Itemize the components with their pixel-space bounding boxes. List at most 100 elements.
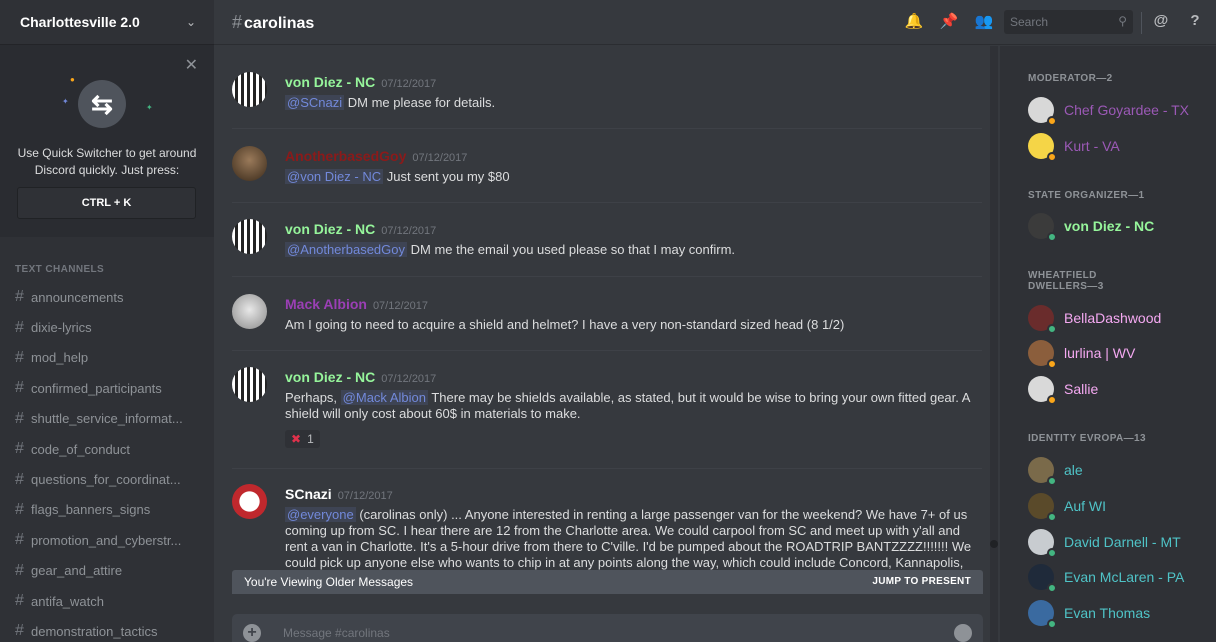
mention[interactable]: @AnotherbasedGoy — [285, 242, 407, 257]
avatar — [1028, 340, 1057, 369]
username[interactable]: AnotherbasedGoy — [285, 148, 406, 164]
avatar — [1028, 97, 1057, 126]
channel-questions[interactable]: # questions_for_coordinat... — [0, 464, 214, 494]
channel-gear[interactable]: # gear_and_attire — [0, 556, 214, 586]
status-dot — [1047, 359, 1057, 369]
message-text: Am I going to need to acquire a shield a… — [285, 317, 845, 332]
category-label[interactable]: TEXT CHANNELS — [0, 258, 214, 282]
scrollbar[interactable] — [990, 46, 998, 642]
avatar[interactable] — [232, 72, 267, 107]
channel-announcements[interactable]: # announcements — [0, 282, 214, 312]
status-dot — [1047, 324, 1057, 334]
upload-plus-icon[interactable]: + — [243, 624, 261, 642]
username[interactable]: SCnazi — [285, 486, 332, 502]
member-item[interactable]: Sallie — [1028, 374, 1213, 405]
avatar[interactable] — [232, 146, 267, 181]
avatar[interactable] — [232, 219, 267, 254]
username[interactable]: von Diez - NC — [285, 369, 375, 385]
message-divider — [232, 128, 982, 129]
channel-dixie-lyrics[interactable]: # dixie-lyrics — [0, 312, 214, 342]
reaction-emoji-icon: ✖ — [291, 432, 302, 446]
chevron-down-icon[interactable]: ⌄ — [186, 15, 196, 29]
pin-icon[interactable]: 📌 — [939, 12, 959, 32]
shortcut-key: CTRL + K — [17, 187, 196, 219]
member-item[interactable]: David Darnell - MT — [1028, 527, 1213, 558]
hash-icon: # — [15, 318, 24, 336]
channel-list: TEXT CHANNELS # announcements # dixie-lyri… — [0, 258, 214, 642]
member-item[interactable]: Evan Thomas — [1028, 598, 1213, 629]
member-item[interactable]: Chef Goyardee - TX — [1028, 95, 1213, 126]
status-dot — [1047, 476, 1057, 486]
message-text: @SCnazi DM me please for details. — [285, 95, 496, 110]
message-text: @von Diez - NC Just sent you my $80 — [285, 169, 510, 184]
avatar — [1028, 564, 1057, 593]
channel-header: # carolinas 🔔 📌 👥 Search ⚲ @ ? — [214, 0, 1216, 45]
server-header[interactable]: Charlottesville 2.0 ⌄ — [0, 0, 214, 45]
channel-mod-help[interactable]: # mod_help — [0, 343, 214, 373]
channel-demonstration-tactics[interactable]: # demonstration_tactics — [0, 616, 214, 642]
avatar — [1028, 600, 1057, 629]
message-composer[interactable]: + Message #carolinas — [232, 614, 983, 642]
mention[interactable]: @SCnazi — [285, 95, 345, 110]
message-divider — [232, 350, 982, 351]
timestamp: 07/12/2017 — [381, 373, 437, 385]
hash-icon: # — [15, 409, 24, 427]
bell-icon[interactable]: 🔔 — [904, 12, 924, 32]
role-label: MODERATOR—2 — [1028, 73, 1113, 84]
mention[interactable]: @von Diez - NC — [285, 169, 384, 184]
channel-confirmed-participants[interactable]: # confirmed_participants — [0, 373, 214, 403]
members-icon[interactable]: 👥 — [974, 12, 994, 32]
member-item[interactable]: ale — [1028, 455, 1213, 486]
status-dot — [1047, 583, 1057, 593]
avatar[interactable] — [232, 367, 267, 402]
mention[interactable]: @everyone — [285, 507, 356, 522]
message-divider — [232, 276, 982, 277]
avatar — [1028, 376, 1057, 405]
username[interactable]: von Diez - NC — [285, 74, 375, 90]
quick-switcher-text: Use Quick Switcher to get around Discord… — [17, 146, 197, 177]
scroll-thumb[interactable] — [990, 540, 998, 548]
search-input[interactable]: Search ⚲ — [1004, 10, 1133, 34]
member-item[interactable]: BellaDashwood — [1028, 303, 1213, 334]
channel-sidebar: Charlottesville 2.0 ⌄ ✕ ✦ ✦ ● ⇆ Use Quic… — [0, 0, 214, 642]
hash-icon: # — [15, 622, 24, 640]
avatar — [1028, 493, 1057, 522]
member-item[interactable]: von Diez - NC — [1028, 211, 1213, 242]
message-divider — [232, 202, 982, 203]
sparkle-icon: ✦ — [146, 103, 153, 112]
member-item[interactable]: Evan McLaren - PA — [1028, 562, 1213, 593]
help-icon[interactable]: ? — [1185, 12, 1205, 32]
hash-icon: # — [15, 500, 24, 518]
username[interactable]: von Diez - NC — [285, 221, 375, 237]
reaction[interactable]: ✖ 1 — [285, 430, 320, 448]
emoji-icon[interactable] — [954, 624, 972, 642]
mention[interactable]: @Mack Albion — [340, 390, 428, 405]
channel-shuttle-service[interactable]: # shuttle_service_informat... — [0, 404, 214, 434]
hash-icon: # — [15, 348, 24, 366]
avatar[interactable] — [232, 294, 267, 329]
status-dot — [1047, 395, 1057, 405]
mention-icon[interactable]: @ — [1151, 12, 1171, 32]
sparkle-icon: ● — [70, 75, 75, 84]
role-label: IDENTITY EVROPA—13 — [1028, 433, 1146, 444]
hash-icon: # — [15, 470, 24, 488]
hash-icon: # — [232, 12, 243, 32]
avatar[interactable] — [232, 484, 267, 519]
status-dot — [1047, 512, 1057, 522]
channel-flags[interactable]: # flags_banners_signs — [0, 495, 214, 525]
message-input[interactable]: Message #carolinas — [283, 626, 390, 640]
channel-antifa-watch[interactable]: # antifa_watch — [0, 586, 214, 616]
timestamp: 07/12/2017 — [381, 78, 437, 90]
member-item[interactable]: lurlina | WV — [1028, 338, 1213, 369]
jump-to-present-button[interactable]: JUMP TO PRESENT — [872, 576, 971, 587]
member-item[interactable]: Auf WI — [1028, 491, 1213, 522]
channel-code-of-conduct[interactable]: # code_of_conduct — [0, 434, 214, 464]
message-list: von Diez - NC 07/12/2017 @SCnazi DM me pl… — [214, 46, 986, 642]
channel-promotion[interactable]: # promotion_and_cyberstr... — [0, 525, 214, 555]
username[interactable]: Mack Albion — [285, 296, 367, 312]
header-divider — [1141, 12, 1142, 34]
member-item[interactable]: Kurt - VA — [1028, 131, 1213, 162]
quick-switcher-icon: ⇆ — [78, 80, 126, 128]
close-icon[interactable]: ✕ — [185, 55, 198, 75]
avatar — [1028, 529, 1057, 558]
